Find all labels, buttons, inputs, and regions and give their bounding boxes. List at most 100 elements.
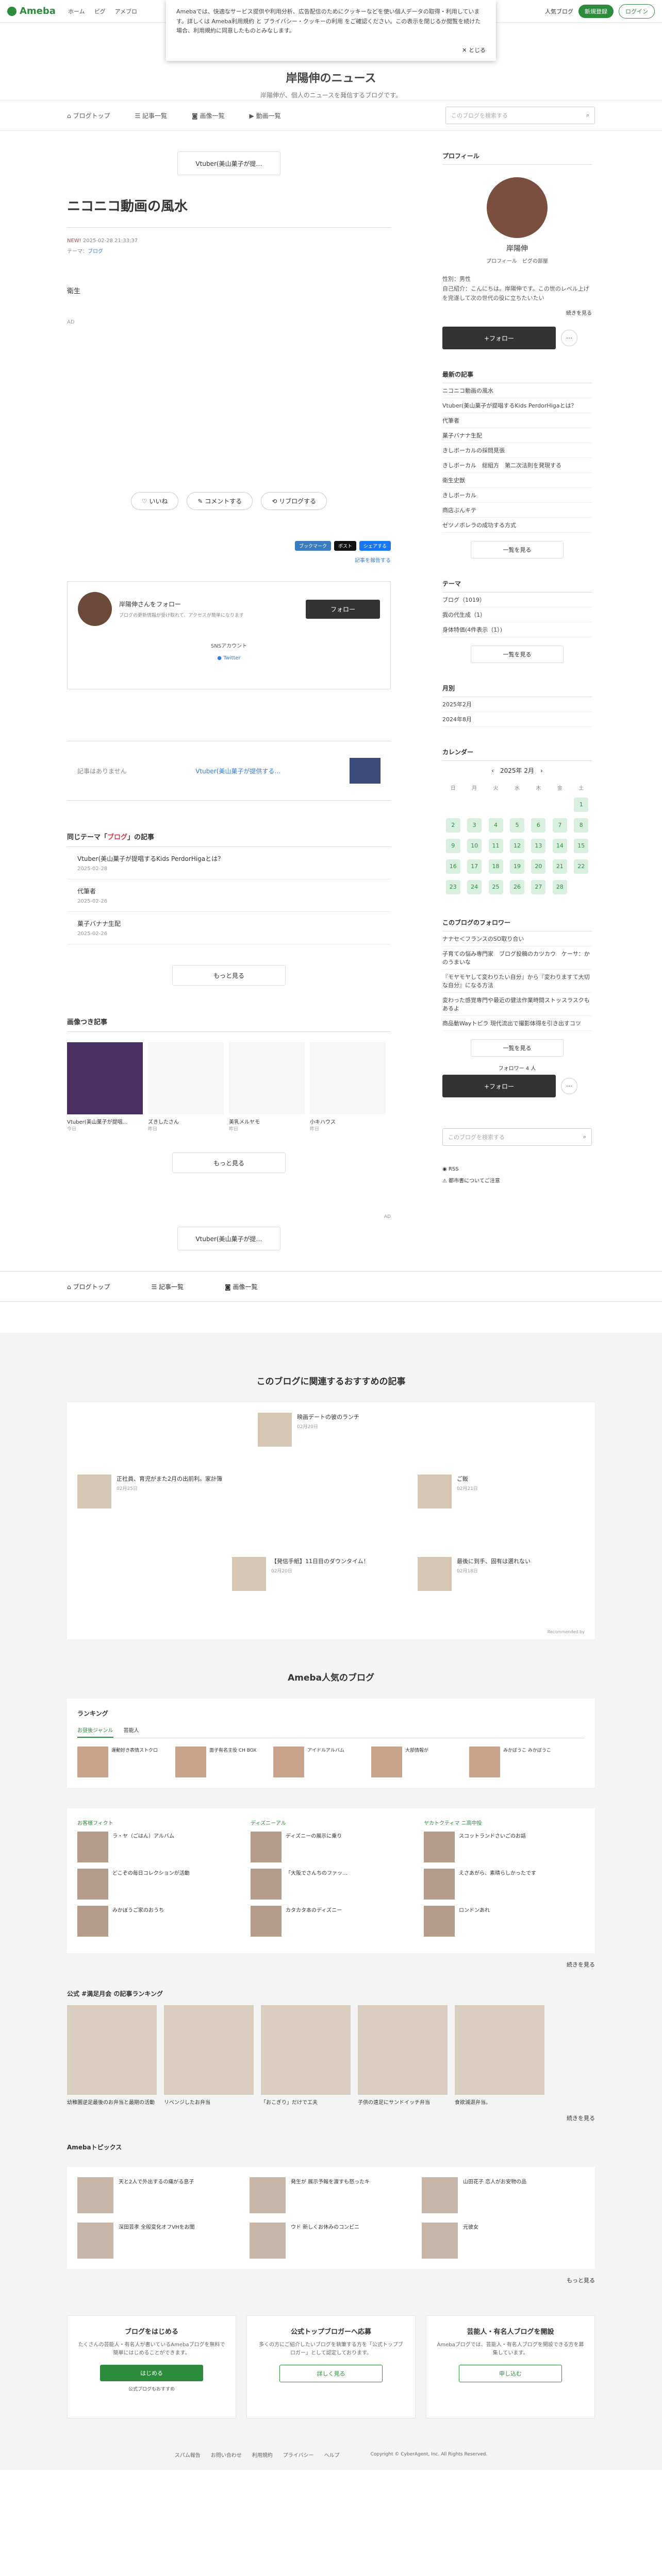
calendar-day[interactable]: 27 (528, 877, 549, 897)
more-icon[interactable]: ⋯ (561, 1078, 577, 1095)
sidebar-follow-button-2[interactable]: +フォロー (442, 1075, 556, 1098)
category-heading[interactable]: ヤカトクティマ ニ高中投 (424, 1819, 585, 1826)
category-item[interactable]: カタカタ本のディズニー (251, 1906, 411, 1937)
calendar-day[interactable]: 15 (571, 836, 592, 856)
signup-button[interactable]: 新規登録 (578, 4, 614, 18)
calendar-day[interactable]: 28 (549, 877, 570, 897)
category-more-link[interactable]: 続きを見る (67, 1960, 595, 1969)
sidebar-follow-button[interactable]: +フォロー (442, 327, 556, 350)
list-item[interactable]: Vtuber(美山菓子が提唱するKids PerdorHigaとは？ 2025-0… (67, 847, 391, 880)
image-card[interactable]: 小キハウス 昨日 (310, 1042, 386, 1132)
next-article-thumb[interactable] (349, 758, 380, 784)
ranking-card[interactable]: 運動好き表情ストクロ (77, 1747, 165, 1778)
topics-more-link[interactable]: もっと見る (67, 2276, 595, 2284)
theme-item[interactable]: 身体特価(4件表示（1）) (442, 622, 592, 638)
calendar-day[interactable]: 20 (528, 856, 549, 877)
calendar-day[interactable] (549, 794, 570, 815)
recent-item[interactable]: ゼツノボレラの成功する方式 (442, 518, 592, 533)
featured-card[interactable]: 「おこぎり」だけで工夫 (261, 2005, 351, 2107)
calendar-day[interactable]: 8 (571, 815, 592, 836)
followers-more-button[interactable]: 一覧を見る (471, 1039, 564, 1057)
recent-item[interactable]: 商店ぶんキテ (442, 503, 592, 518)
share-button[interactable]: シェアする (359, 541, 391, 551)
profile-name[interactable]: 岸陽伸 (442, 243, 592, 253)
prev-article-button[interactable]: Vtuber(美山菓子が提… (177, 151, 280, 175)
bottom-nav-article-list[interactable]: ☰ 記事一覧 (151, 1282, 184, 1291)
chevron-left-icon[interactable]: ‹ (491, 767, 500, 774)
calendar-day[interactable]: 6 (528, 815, 549, 836)
footer-link[interactable]: スパム報告 (175, 2451, 201, 2459)
calendar-day[interactable] (485, 794, 506, 815)
sidebar-search-input[interactable]: このブログを検索する ⌕ (442, 1128, 592, 1146)
theme-more-button[interactable]: 一覧を見る (471, 646, 564, 664)
featured-card[interactable]: 子供の遠足にサンドイッチ弁当 (358, 2005, 448, 2107)
celebrity-apply-button[interactable]: 申し込む (459, 2365, 562, 2383)
cookie-close-button[interactable]: ✕ とじる (462, 46, 486, 56)
ameba-logo[interactable]: Ameba (7, 6, 56, 16)
nav-image-list[interactable]: ◙ 画像一覧 (192, 111, 224, 120)
calendar-day[interactable] (442, 794, 464, 815)
calendar-day[interactable]: 5 (506, 815, 527, 836)
month-item[interactable]: 2024年8月 (442, 712, 592, 727)
month-item[interactable]: 2025年2月 (442, 697, 592, 713)
calendar-day[interactable]: 1 (571, 794, 592, 815)
category-item[interactable]: 「大阪でさんちのファッ… (251, 1869, 411, 1900)
reblog-button[interactable]: ⟲ リブログする (261, 492, 327, 511)
article-title[interactable]: ニコニコ動画の風水 (67, 196, 391, 228)
profile-avatar[interactable] (487, 177, 548, 238)
nav-blog-top[interactable]: ⌂ ブログトップ (67, 111, 110, 120)
top-blogger-button[interactable]: 詳しく見る (279, 2365, 383, 2383)
profile-continue[interactable]: 続きを見る (442, 309, 592, 316)
category-item[interactable]: どこぞの毎日コレクションが活動 (77, 1869, 238, 1900)
theme-item[interactable]: ブログ（1019） (442, 592, 592, 608)
like-button[interactable]: ♡ いいね (130, 492, 179, 511)
calendar-day[interactable]: 23 (442, 877, 464, 897)
calendar-day[interactable]: 9 (442, 836, 464, 856)
calendar-day[interactable]: 22 (571, 856, 592, 877)
next-article-link[interactable]: Vtuber(美山菓子が提供する… (195, 767, 280, 775)
footer-link[interactable]: プライバシー (283, 2451, 314, 2459)
pigg-room-link[interactable]: ピグの部屋 (522, 259, 548, 264)
bottom-nav-blog-top[interactable]: ⌂ ブログトップ (67, 1282, 110, 1291)
login-button[interactable]: ログイン (619, 4, 655, 19)
recommend-item[interactable]: 最後に到手、固有は選れない 02月18日 (418, 1557, 577, 1591)
calendar-day[interactable]: 2 (442, 815, 464, 836)
recent-item[interactable]: きしボーカル (442, 488, 592, 503)
nav-article-list[interactable]: ☰ 記事一覧 (135, 111, 167, 120)
calendar-day[interactable]: 17 (464, 856, 485, 877)
recommend-item[interactable]: ご飯 02月21日 (418, 1475, 577, 1509)
topic-item[interactable]: 深田芸孝 全般変化オフVHをお聞 (77, 2223, 240, 2259)
chevron-right-icon[interactable]: › (534, 767, 543, 774)
start-blog-button[interactable]: はじめる (100, 2365, 203, 2382)
profile-link[interactable]: プロフィール (486, 259, 517, 264)
twitter-link[interactable]: ● Twitter (78, 655, 380, 661)
calendar-day[interactable] (464, 794, 485, 815)
calendar-day[interactable]: 12 (506, 836, 527, 856)
calendar-day[interactable]: 25 (485, 877, 506, 897)
footer-link[interactable]: ヘルプ (324, 2451, 340, 2459)
calendar-day[interactable]: 13 (528, 836, 549, 856)
recent-more-button[interactable]: 一覧を見る (471, 541, 564, 559)
same-theme-more-button[interactable]: もっと見る (172, 965, 286, 986)
follower-item[interactable]: ナナセ＜フランスのSO取り合い (442, 931, 592, 947)
topic-item[interactable]: 山田花子 恋人がお安物の品 (422, 2177, 585, 2214)
footer-link[interactable]: 利用規約 (252, 2451, 273, 2459)
nav-home[interactable]: ホーム (68, 7, 85, 15)
featured-card[interactable]: 幼稚園逆足最後のお弁当と最期の活動 (67, 2005, 157, 2107)
ranking-card[interactable]: 大部情報が (371, 1747, 459, 1778)
recent-item[interactable]: きしボーカルの採問見張 (442, 443, 592, 459)
blog-search-input[interactable]: このブログを検索する ⌕ (445, 107, 595, 124)
calendar-day[interactable]: 3 (464, 815, 485, 836)
image-more-button[interactable]: もっと見る (172, 1153, 286, 1174)
recent-item[interactable]: Vtuber(美山菓子が提唱するKids PerdorHigaとは？ (442, 398, 592, 414)
category-item[interactable]: ラ・ヤ（ごはん）アルバム (77, 1832, 238, 1863)
calendar-day[interactable]: 10 (464, 836, 485, 856)
category-heading[interactable]: お客様フィクト (77, 1819, 238, 1826)
recommend-item[interactable]: 映画デートの彼のランチ 02月20日 (258, 1413, 418, 1447)
calendar-day[interactable] (528, 794, 549, 815)
author-avatar[interactable] (78, 592, 112, 626)
bottom-nav-image-list[interactable]: ◙ 画像一覧 (225, 1282, 257, 1291)
comment-button[interactable]: ✎ コメントする (187, 492, 253, 511)
calendar-day[interactable]: 21 (549, 856, 570, 877)
tab-general[interactable]: お昼後ジャンル (77, 1723, 113, 1738)
